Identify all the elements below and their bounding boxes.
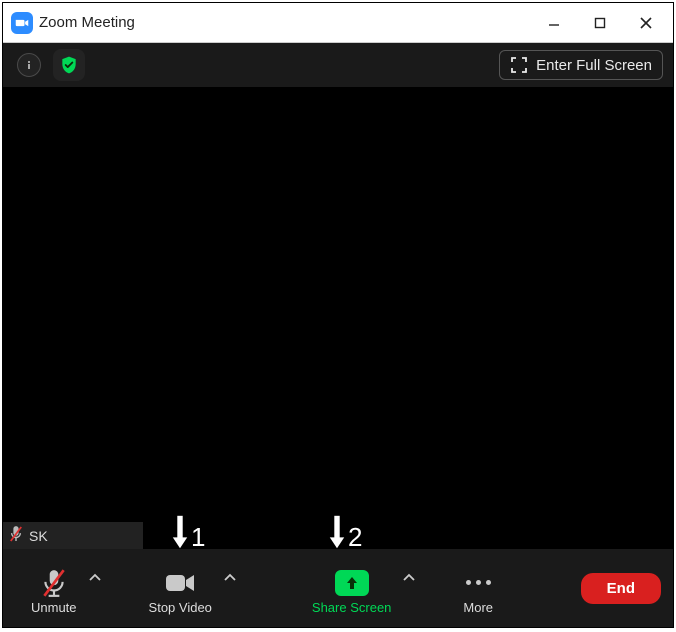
annotation-arrow-1: 1 <box>171 511 205 553</box>
share-screen-icon <box>335 570 369 596</box>
window-controls <box>531 4 669 42</box>
more-dots-icon <box>466 566 491 600</box>
shield-check-icon <box>59 55 79 75</box>
more-label: More <box>463 600 493 615</box>
chevron-up-icon <box>403 573 415 583</box>
fullscreen-icon <box>510 56 528 74</box>
meeting-topbar: Enter Full Screen <box>3 43 673 87</box>
annotation-arrow-2: 2 <box>328 511 362 553</box>
video-options-caret[interactable] <box>218 572 242 586</box>
unmute-label: Unmute <box>31 600 77 615</box>
mic-muted-icon <box>40 566 68 600</box>
share-screen-button[interactable]: Share Screen <box>306 562 398 615</box>
more-button[interactable]: More <box>457 562 499 615</box>
topbar-left <box>13 49 85 81</box>
tutorial-annotations: 1 2 <box>3 507 673 555</box>
video-area: SK 1 2 <box>3 87 673 549</box>
maximize-button[interactable] <box>577 4 623 42</box>
audio-options-caret[interactable] <box>83 572 107 586</box>
stop-video-label: Stop Video <box>149 600 212 615</box>
chevron-up-icon <box>224 573 236 583</box>
fullscreen-label: Enter Full Screen <box>536 57 652 74</box>
share-options-caret[interactable] <box>397 572 421 586</box>
zoom-window: Zoom Meeting <box>2 2 674 628</box>
share-screen-label: Share Screen <box>312 600 392 615</box>
end-button[interactable]: End <box>581 573 661 604</box>
window-title: Zoom Meeting <box>39 14 531 31</box>
chevron-up-icon <box>89 573 101 583</box>
video-icon <box>164 566 196 600</box>
titlebar: Zoom Meeting <box>3 3 673 43</box>
encryption-button[interactable] <box>53 49 85 81</box>
enter-fullscreen-button[interactable]: Enter Full Screen <box>499 50 663 80</box>
meeting-info-button[interactable] <box>13 49 45 81</box>
stop-video-button[interactable]: Stop Video <box>143 562 218 615</box>
zoom-logo-icon <box>11 12 33 34</box>
info-icon <box>17 53 41 77</box>
unmute-button[interactable]: Unmute <box>25 562 83 615</box>
meeting-toolbar: Unmute Stop Video <box>3 549 673 627</box>
close-button[interactable] <box>623 4 669 42</box>
minimize-button[interactable] <box>531 4 577 42</box>
